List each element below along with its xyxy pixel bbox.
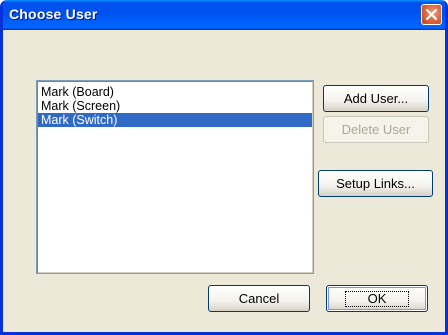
delete-user-label: Delete User [341, 122, 411, 137]
window-title: Choose User [9, 6, 98, 22]
title-bar[interactable]: Choose User [3, 0, 445, 30]
setup-links-button[interactable]: Setup Links... [318, 170, 433, 197]
add-user-label: Add User... [343, 91, 409, 106]
list-item[interactable]: Mark (Screen) [38, 99, 312, 113]
list-item[interactable]: Mark (Switch) [38, 113, 312, 127]
close-icon [426, 9, 437, 20]
ok-button[interactable]: OK [326, 285, 428, 312]
add-user-button[interactable]: Add User... [323, 85, 429, 112]
choose-user-dialog: Choose User Mark (Board) Mark (Screen) M… [0, 0, 448, 335]
setup-links-label: Setup Links... [336, 176, 415, 191]
close-button[interactable] [421, 4, 442, 25]
delete-user-button[interactable]: Delete User [323, 116, 429, 143]
cancel-label: Cancel [238, 291, 280, 306]
user-listbox[interactable]: Mark (Board) Mark (Screen) Mark (Switch) [36, 80, 314, 274]
list-item[interactable]: Mark (Board) [38, 85, 312, 99]
ok-label: OK [344, 291, 410, 307]
cancel-button[interactable]: Cancel [208, 285, 310, 312]
